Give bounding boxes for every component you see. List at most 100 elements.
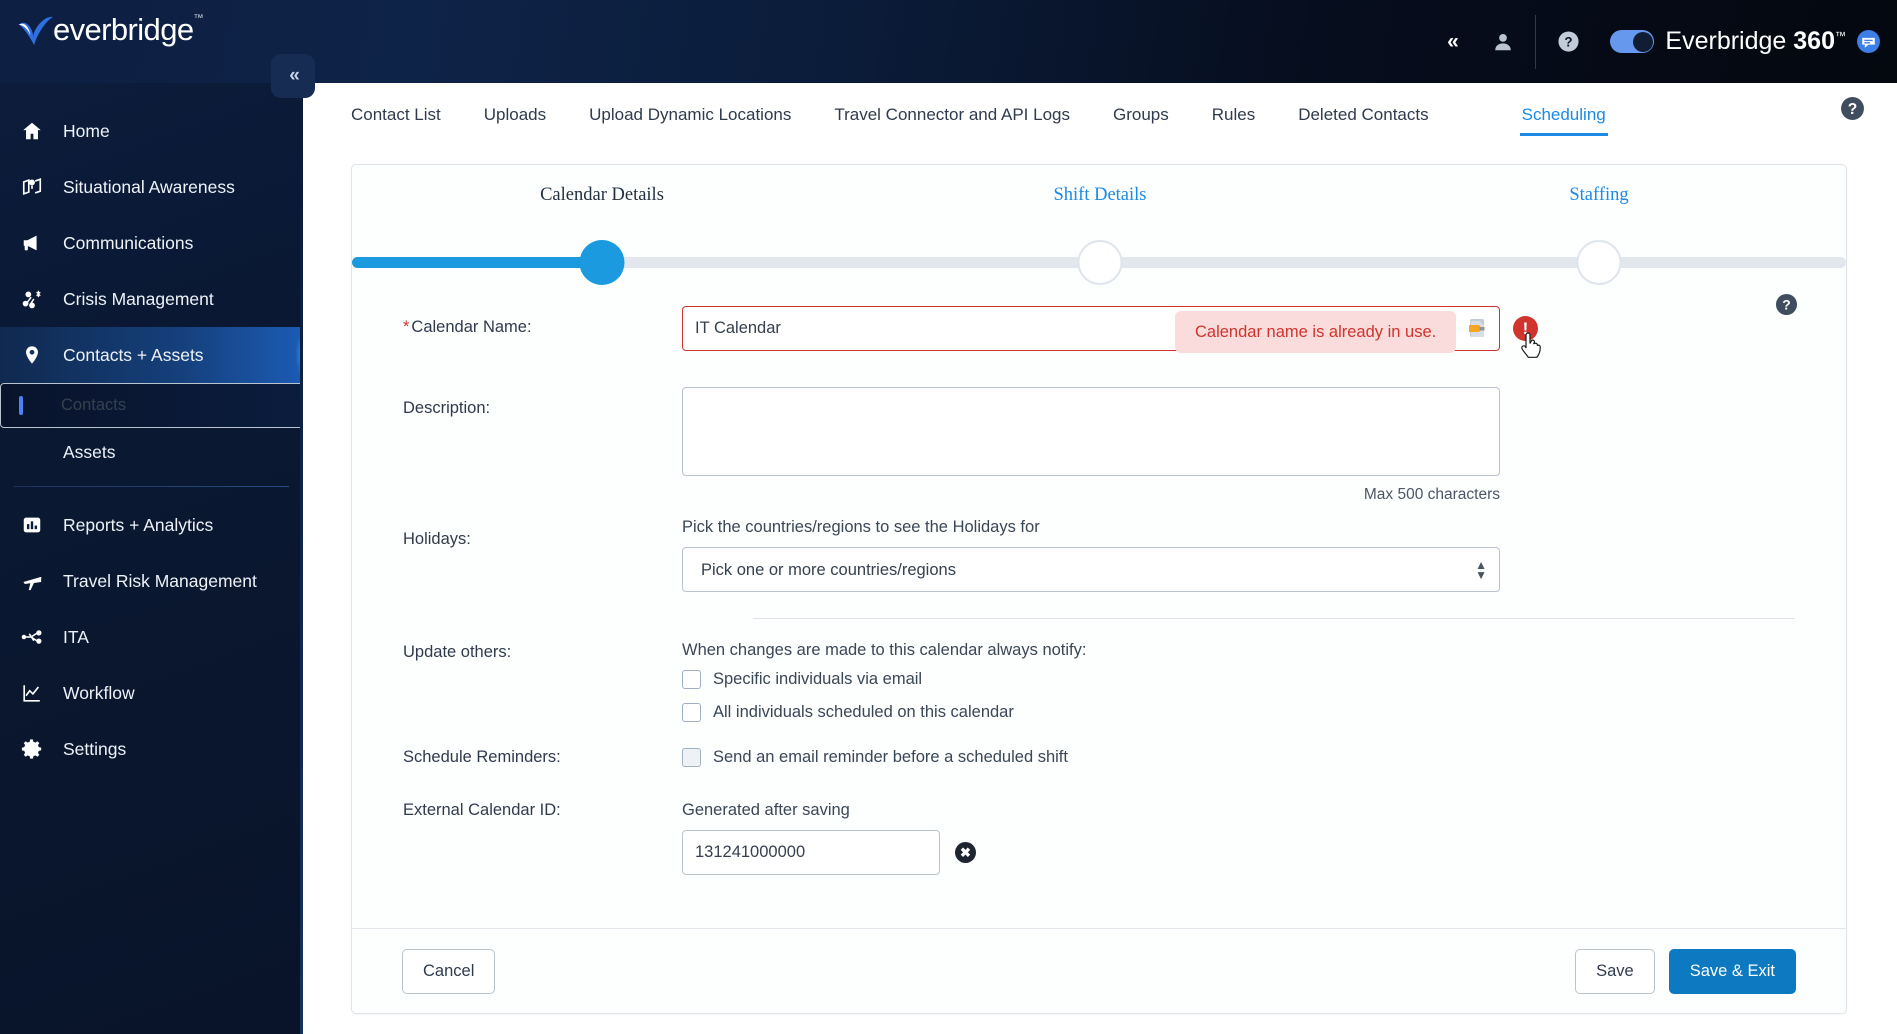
everbridge-logo[interactable]: everbridge ™ bbox=[17, 13, 203, 47]
tab-bar: Contact List Uploads Upload Dynamic Loca… bbox=[303, 83, 1897, 136]
everbridge-360-toggle[interactable]: Everbridge 360™ bbox=[1610, 27, 1846, 56]
checkbox-specific-individuals[interactable] bbox=[682, 670, 701, 689]
sidebar-item-settings[interactable]: Settings bbox=[0, 721, 303, 777]
checkbox-row-all-individuals[interactable]: All individuals scheduled on this calend… bbox=[682, 703, 1806, 722]
checkbox-label: All individuals scheduled on this calend… bbox=[713, 703, 1014, 721]
card-footer-actions: Cancel Save Save & Exit bbox=[352, 928, 1846, 1013]
form-row-holidays: Holidays: Pick the countries/regions to … bbox=[352, 518, 1846, 592]
calendar-details-card: Calendar Details Shift Details Staffing … bbox=[351, 164, 1847, 1014]
map-pin-icon bbox=[21, 176, 55, 198]
header-actions: « ? Everbridge 360™ bbox=[1425, 0, 1881, 83]
help-circle-icon[interactable]: ? bbox=[1542, 0, 1594, 83]
checkbox-label: Send an email reminder before a schedule… bbox=[713, 748, 1068, 766]
cancel-button[interactable]: Cancel bbox=[402, 948, 496, 994]
sidebar-item-contacts[interactable]: Contacts bbox=[0, 383, 303, 428]
tab-upload-dynamic-locations[interactable]: Upload Dynamic Locations bbox=[589, 105, 791, 136]
sidebar-item-label: ITA bbox=[63, 626, 89, 647]
sidebar-item-assets[interactable]: Assets bbox=[0, 428, 303, 476]
brand-number: 360 bbox=[1793, 27, 1835, 55]
holidays-countries-select[interactable]: Pick one or more countries/regions bbox=[682, 547, 1500, 592]
tab-travel-connector-api-logs[interactable]: Travel Connector and API Logs bbox=[834, 105, 1070, 136]
sidebar-divider bbox=[14, 486, 289, 487]
tab-deleted-contacts[interactable]: Deleted Contacts bbox=[1298, 105, 1428, 136]
required-asterisk: * bbox=[403, 318, 410, 336]
tab-rules[interactable]: Rules bbox=[1212, 105, 1255, 136]
header-divider bbox=[1535, 14, 1537, 69]
holidays-field-group: Pick the countries/regions to see the Ho… bbox=[682, 518, 1846, 592]
form-row-schedule-reminders: Schedule Reminders: Send an email remind… bbox=[352, 748, 1846, 781]
chevron-double-left-icon: « bbox=[289, 65, 299, 86]
sidebar-item-label: Situational Awareness bbox=[63, 176, 235, 197]
name-lookup-icon[interactable] bbox=[1468, 315, 1488, 341]
save-and-exit-button[interactable]: Save & Exit bbox=[1668, 948, 1796, 994]
sidebar-item-label: Travel Risk Management bbox=[63, 570, 257, 591]
gear-icon bbox=[21, 738, 55, 760]
everbridge-checkmark-icon bbox=[18, 16, 53, 46]
sidebar-nav: Home Situational Awareness Communication… bbox=[0, 0, 303, 1034]
tab-groups[interactable]: Groups bbox=[1113, 105, 1169, 136]
svg-text:?: ? bbox=[1564, 34, 1572, 49]
step-knob-calendar-details[interactable] bbox=[579, 240, 625, 285]
step-knob-staffing[interactable] bbox=[1576, 240, 1622, 285]
sidebar-subitem-label: Assets bbox=[63, 441, 116, 462]
sidebar-item-workflow[interactable]: Workflow bbox=[0, 665, 303, 721]
sidebar-item-reports-analytics[interactable]: Reports + Analytics bbox=[0, 497, 303, 553]
sidebar-item-travel-risk-management[interactable]: Travel Risk Management bbox=[0, 553, 303, 609]
holidays-helper-text: Pick the countries/regions to see the Ho… bbox=[682, 518, 1040, 536]
sidebar-item-situational-awareness[interactable]: Situational Awareness bbox=[0, 159, 303, 215]
ita-nodes-icon bbox=[21, 626, 55, 648]
network-nodes-icon bbox=[21, 288, 55, 310]
sidebar-subitem-label: Contacts bbox=[61, 396, 127, 414]
description-textarea[interactable] bbox=[682, 387, 1500, 476]
checkbox-row-email-reminder[interactable]: Send an email reminder before a schedule… bbox=[682, 748, 1806, 767]
save-button[interactable]: Save bbox=[1575, 948, 1655, 994]
sidebar-item-label: Workflow bbox=[63, 682, 135, 703]
sidebar-item-label: Home bbox=[63, 120, 110, 141]
checkbox-row-specific-individuals[interactable]: Specific individuals via email bbox=[682, 670, 1806, 689]
sidebar-item-contacts-assets[interactable]: Contacts + Assets bbox=[0, 327, 303, 383]
external-calendar-id-input[interactable] bbox=[682, 830, 940, 875]
sidebar-item-label: Communications bbox=[63, 232, 194, 253]
sidebar-item-crisis-management[interactable]: Crisis Management bbox=[0, 271, 303, 327]
step-knob-shift-details[interactable] bbox=[1077, 240, 1123, 285]
stepper-progress-fill bbox=[352, 257, 602, 268]
everbridge-360-label: Everbridge 360™ bbox=[1665, 27, 1846, 56]
sidebar-item-communications[interactable]: Communications bbox=[0, 215, 303, 271]
checkbox-all-individuals[interactable] bbox=[682, 703, 701, 722]
tab-uploads[interactable]: Uploads bbox=[484, 105, 546, 136]
checkbox-email-reminder[interactable] bbox=[682, 748, 701, 767]
help-circle-icon[interactable]: ? bbox=[1840, 96, 1865, 126]
update-others-field-group: When changes are made to this calendar a… bbox=[682, 641, 1846, 736]
chat-bubble-icon[interactable] bbox=[1856, 29, 1881, 54]
form-row-calendar-name: * Calendar Name: IT Calendar Calendar na… bbox=[352, 306, 1846, 358]
line-chart-icon bbox=[21, 682, 55, 704]
logo-wordmark: everbridge bbox=[53, 12, 194, 47]
form-row-external-calendar-id: External Calendar ID: Generated after sa… bbox=[352, 801, 1846, 875]
active-indicator-bar bbox=[19, 396, 53, 415]
sidebar-item-home[interactable]: Home bbox=[0, 103, 303, 159]
footer-right-actions: Save Save & Exit bbox=[1575, 948, 1796, 994]
sidebar-collapse-button[interactable]: « bbox=[271, 54, 315, 98]
calendar-name-field-group: Calendar name is already in use. ! bbox=[682, 306, 1846, 358]
tab-contact-list[interactable]: Contact List bbox=[351, 105, 441, 136]
sidebar-primary-list: Home Situational Awareness Communication… bbox=[0, 83, 303, 777]
clear-circle-x-icon[interactable]: ✖ bbox=[955, 842, 976, 863]
form-row-description: Description: Max 500 characters bbox=[352, 387, 1846, 504]
user-icon[interactable] bbox=[1477, 0, 1529, 83]
brand-tm: ™ bbox=[1835, 30, 1846, 43]
sidebar-item-label: Reports + Analytics bbox=[63, 514, 214, 535]
app-root: everbridge ™ « ? Everbridge 360™ Home Si… bbox=[0, 0, 1897, 1034]
label-text: Calendar Name: bbox=[411, 318, 532, 336]
main-content: Contact List Uploads Upload Dynamic Loca… bbox=[303, 83, 1897, 1034]
chevron-double-left-icon[interactable]: « bbox=[1425, 0, 1477, 83]
description-field-group: Max 500 characters bbox=[682, 387, 1846, 504]
tab-scheduling[interactable]: Scheduling bbox=[1519, 105, 1608, 136]
external-calendar-id-helper: Generated after saving bbox=[682, 801, 850, 819]
step-label-shift-details: Shift Details bbox=[1053, 185, 1147, 205]
airplane-icon bbox=[21, 570, 55, 593]
toggle-switch[interactable] bbox=[1610, 30, 1655, 53]
sidebar-item-label: Contacts + Assets bbox=[63, 344, 204, 365]
megaphone-icon bbox=[21, 232, 55, 254]
checkbox-label: Specific individuals via email bbox=[713, 670, 923, 688]
sidebar-item-ita[interactable]: ITA bbox=[0, 609, 303, 665]
